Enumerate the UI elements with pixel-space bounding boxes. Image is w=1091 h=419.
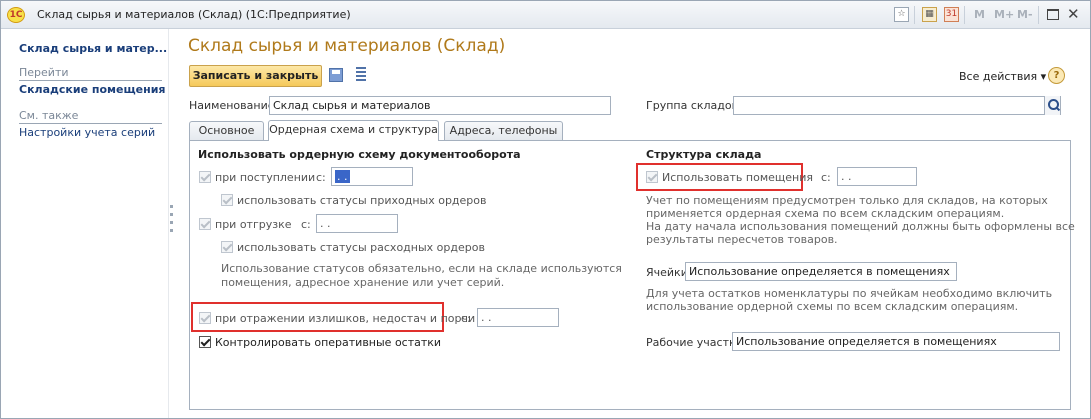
shipment-checkbox[interactable] <box>199 218 211 230</box>
tab-order-scheme[interactable]: Ордерная схема и структура <box>268 120 439 141</box>
use-rooms-label: Использовать помещения <box>662 171 813 184</box>
work-areas-input[interactable]: Использование определяется в помещениях <box>732 332 1060 351</box>
favorite-icon[interactable]: ☆ <box>894 7 909 22</box>
use-rooms-date-input[interactable]: . . <box>837 167 917 186</box>
receipt-statuses-label: использовать статусы приходных ордеров <box>237 194 487 207</box>
help-icon[interactable]: ? <box>1048 67 1065 84</box>
shipment-statuses-label: использовать статусы расходных ордеров <box>237 241 485 254</box>
toolbar-divider <box>914 6 915 24</box>
calendar-icon[interactable]: 31 <box>944 7 959 22</box>
warehouse-group-label: Группа складов: <box>646 99 742 112</box>
close-icon[interactable]: ✕ <box>1067 5 1080 23</box>
toolbar-divider <box>1038 6 1039 24</box>
cells-note-line-2: использование ордерной схемы по всем скл… <box>646 300 1019 313</box>
calculator-icon[interactable]: ▦ <box>922 7 937 22</box>
receipt-checkbox[interactable] <box>199 171 211 183</box>
operative-balance-checkbox[interactable] <box>199 336 211 348</box>
see-also-rule <box>19 123 162 124</box>
search-icon[interactable] <box>1044 96 1060 115</box>
warehouse-group-input[interactable] <box>733 96 1061 115</box>
page-title: Склад сырья и материалов (Склад) <box>188 36 506 56</box>
structure-header: Структура склада <box>646 148 762 161</box>
nav-link-storage-rooms[interactable]: Складские помещения <box>19 83 166 96</box>
memory-m-plus-button[interactable]: M+ <box>994 8 1014 21</box>
shipment-date-input[interactable]: . . <box>316 214 398 233</box>
save-and-close-button[interactable]: Записать и закрыть <box>189 65 322 87</box>
panel-splitter[interactable] <box>170 205 174 237</box>
app-logo-icon[interactable]: 1С <box>7 7 25 23</box>
shipment-date-label: с: <box>301 218 311 231</box>
surplus-date-input[interactable]: . . <box>477 308 559 327</box>
memory-m-button[interactable]: M <box>974 8 985 21</box>
nav-panel-title[interactable]: Склад сырья и матер... <box>19 42 167 55</box>
tab-main[interactable]: Основное <box>189 121 264 140</box>
receipt-date-label: с: <box>316 171 326 184</box>
cells-input[interactable]: Использование определяется в помещениях <box>685 262 957 281</box>
name-input[interactable]: Склад сырья и материалов <box>269 96 611 115</box>
tab-addresses[interactable]: Адреса, телефоны <box>444 121 563 140</box>
save-icon[interactable] <box>329 68 343 82</box>
receipt-date-input[interactable]: . . <box>331 167 413 186</box>
go-section-rule <box>19 80 162 81</box>
use-rooms-checkbox[interactable] <box>646 171 658 183</box>
nav-link-series-settings[interactable]: Настройки учета серий <box>19 126 155 139</box>
surplus-checkbox[interactable] <box>199 312 211 324</box>
receipt-statuses-checkbox[interactable] <box>221 194 233 206</box>
name-label: Наименование: <box>189 99 279 112</box>
surplus-label: при отражении излишков, недостач и порчи <box>215 312 476 325</box>
navigation-panel: Склад сырья и матер... Перейти Складские… <box>2 29 169 418</box>
maximize-icon[interactable] <box>1047 9 1059 20</box>
shipment-label: при отгрузке <box>215 218 292 231</box>
go-section-header: Перейти <box>19 66 69 79</box>
rooms-note-line-3: На дату начала использования помещений д… <box>646 220 1075 233</box>
statuses-note-line-2: помещения, адресное хранение или учет се… <box>221 276 505 289</box>
main-window: 1С Склад сырья и материалов (Склад) (1С:… <box>0 0 1091 419</box>
list-icon[interactable] <box>356 67 366 83</box>
toolbar-divider <box>964 6 965 24</box>
all-actions-menu[interactable]: Все действия ▾ <box>959 70 1046 83</box>
shipment-statuses-checkbox[interactable] <box>221 241 233 253</box>
rooms-note-line-1: Учет по помещениям предусмотрен только д… <box>646 194 1048 207</box>
see-also-header: См. также <box>19 109 79 122</box>
title-bar: 1С Склад сырья и материалов (Склад) (1С:… <box>1 1 1090 29</box>
window-title: Склад сырья и материалов (Склад) (1С:Пре… <box>37 8 351 21</box>
surplus-date-label: с: <box>461 312 471 325</box>
operative-balance-label: Контролировать оперативные остатки <box>215 336 442 349</box>
order-scheme-header: Использовать ордерную схему документообо… <box>198 148 521 161</box>
rooms-note-line-2: применяется ордерная схема по всем склад… <box>646 207 1005 220</box>
use-rooms-date-label: с: <box>821 171 831 184</box>
receipt-label: при поступлении <box>215 171 316 184</box>
memory-m-minus-button[interactable]: M- <box>1017 8 1033 21</box>
rooms-note-line-4: результаты пересчетов товаров. <box>646 233 838 246</box>
statuses-note-line-1: Использование статусов обязательно, если… <box>221 262 622 275</box>
cells-note-line-1: Для учета остатков номенклатуры по ячейк… <box>646 287 1053 300</box>
